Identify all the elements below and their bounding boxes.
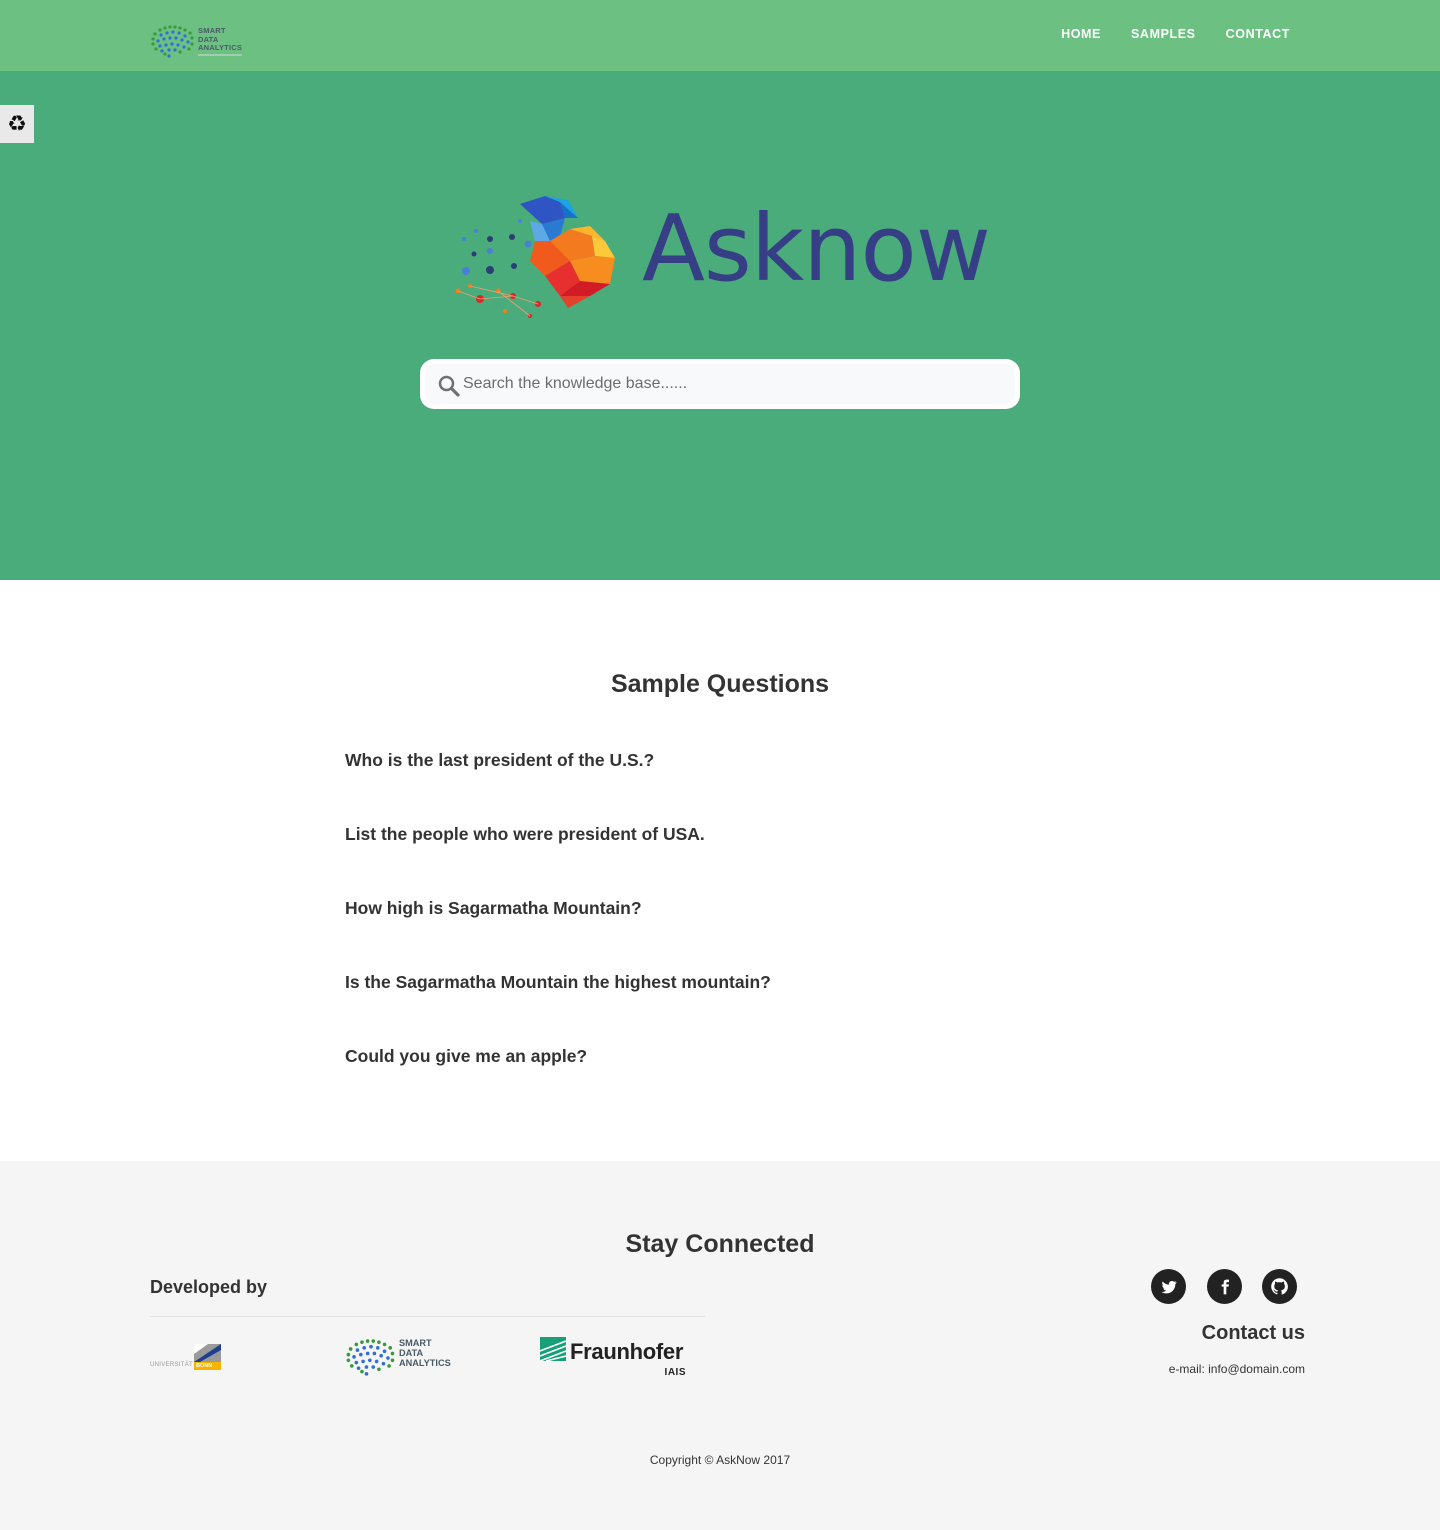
brain-dots-icon xyxy=(151,25,194,58)
samples-section: Sample Questions Who is the last preside… xyxy=(0,580,1440,1161)
hero-section: Asknow xyxy=(0,71,1440,580)
copyright-text: Copyright © AskNow 2017 xyxy=(649,1453,791,1467)
partner-logo-bonn[interactable]: UNIVERSITÄT BONN xyxy=(150,1342,222,1372)
footer: Stay Connected Developed by UNIVERSITÄT … xyxy=(0,1161,1440,1530)
sample-question[interactable]: Could you give me an apple? xyxy=(345,1046,587,1067)
twitter-icon[interactable] xyxy=(1151,1269,1186,1304)
hero-title: Asknow xyxy=(642,195,991,302)
search-input[interactable] xyxy=(463,364,1003,404)
search-box xyxy=(420,359,1020,409)
partner-logo-sda[interactable]: SMART DATA ANALYTICS xyxy=(345,1337,455,1379)
navbar: SMART DATA ANALYTICS HOME SAMPLES CONTAC… xyxy=(0,0,1440,71)
bonn-university-text: UNIVERSITÄT xyxy=(150,1362,193,1368)
bonn-badge-text: BONN xyxy=(196,1363,213,1369)
nav-contact-link[interactable]: CONTACT xyxy=(1226,27,1290,41)
divider xyxy=(150,1316,705,1317)
sda-line-analytics: ANALYTICS xyxy=(399,1357,451,1368)
brand-logo[interactable]: SMART DATA ANALYTICS xyxy=(150,24,246,60)
twitter-glyph xyxy=(1161,1280,1177,1293)
facebook-glyph xyxy=(1221,1279,1229,1294)
partner-logo-fraunhofer[interactable]: Fraunhofer IAIS xyxy=(540,1337,690,1379)
contact-email[interactable]: e-mail: info@domain.com xyxy=(1169,1362,1305,1376)
sample-question[interactable]: List the people who were president of US… xyxy=(345,824,705,845)
sample-question[interactable]: Who is the last president of the U.S.? xyxy=(345,750,654,771)
sda-text: SMART DATA ANALYTICS xyxy=(399,1338,451,1368)
contact-us-title: Contact us xyxy=(1201,1322,1305,1344)
brand-tagline-bar xyxy=(198,54,242,56)
github-glyph xyxy=(1271,1278,1288,1295)
samples-title: Sample Questions xyxy=(610,670,830,698)
sample-question[interactable]: How high is Sagarmatha Mountain? xyxy=(345,898,642,919)
nav-samples-link[interactable]: SAMPLES xyxy=(1131,27,1196,41)
fraunhofer-name: Fraunhofer xyxy=(570,1339,684,1364)
stay-connected-title: Stay Connected xyxy=(625,1230,815,1258)
brand-line-analytics: ANALYTICS xyxy=(198,43,243,53)
nav-home-link[interactable]: HOME xyxy=(1061,27,1101,41)
fraunhofer-stripes-icon xyxy=(540,1337,566,1362)
developed-by-heading: Developed by xyxy=(150,1277,268,1297)
search-icon[interactable] xyxy=(437,374,461,398)
search-inner xyxy=(425,364,1015,404)
facebook-icon[interactable] xyxy=(1207,1269,1242,1304)
fraunhofer-sub: IAIS xyxy=(664,1367,686,1378)
github-icon[interactable] xyxy=(1262,1269,1297,1304)
brain-dots-icon xyxy=(346,1339,395,1376)
brand-text: SMART DATA ANALYTICS xyxy=(198,26,243,53)
asknow-logo-icon xyxy=(455,196,615,318)
nav-links: HOME SAMPLES CONTACT xyxy=(1061,27,1290,41)
sample-question[interactable]: Is the Sagarmatha Mountain the highest m… xyxy=(345,972,771,993)
recycle-icon[interactable]: ♻ xyxy=(0,105,34,143)
